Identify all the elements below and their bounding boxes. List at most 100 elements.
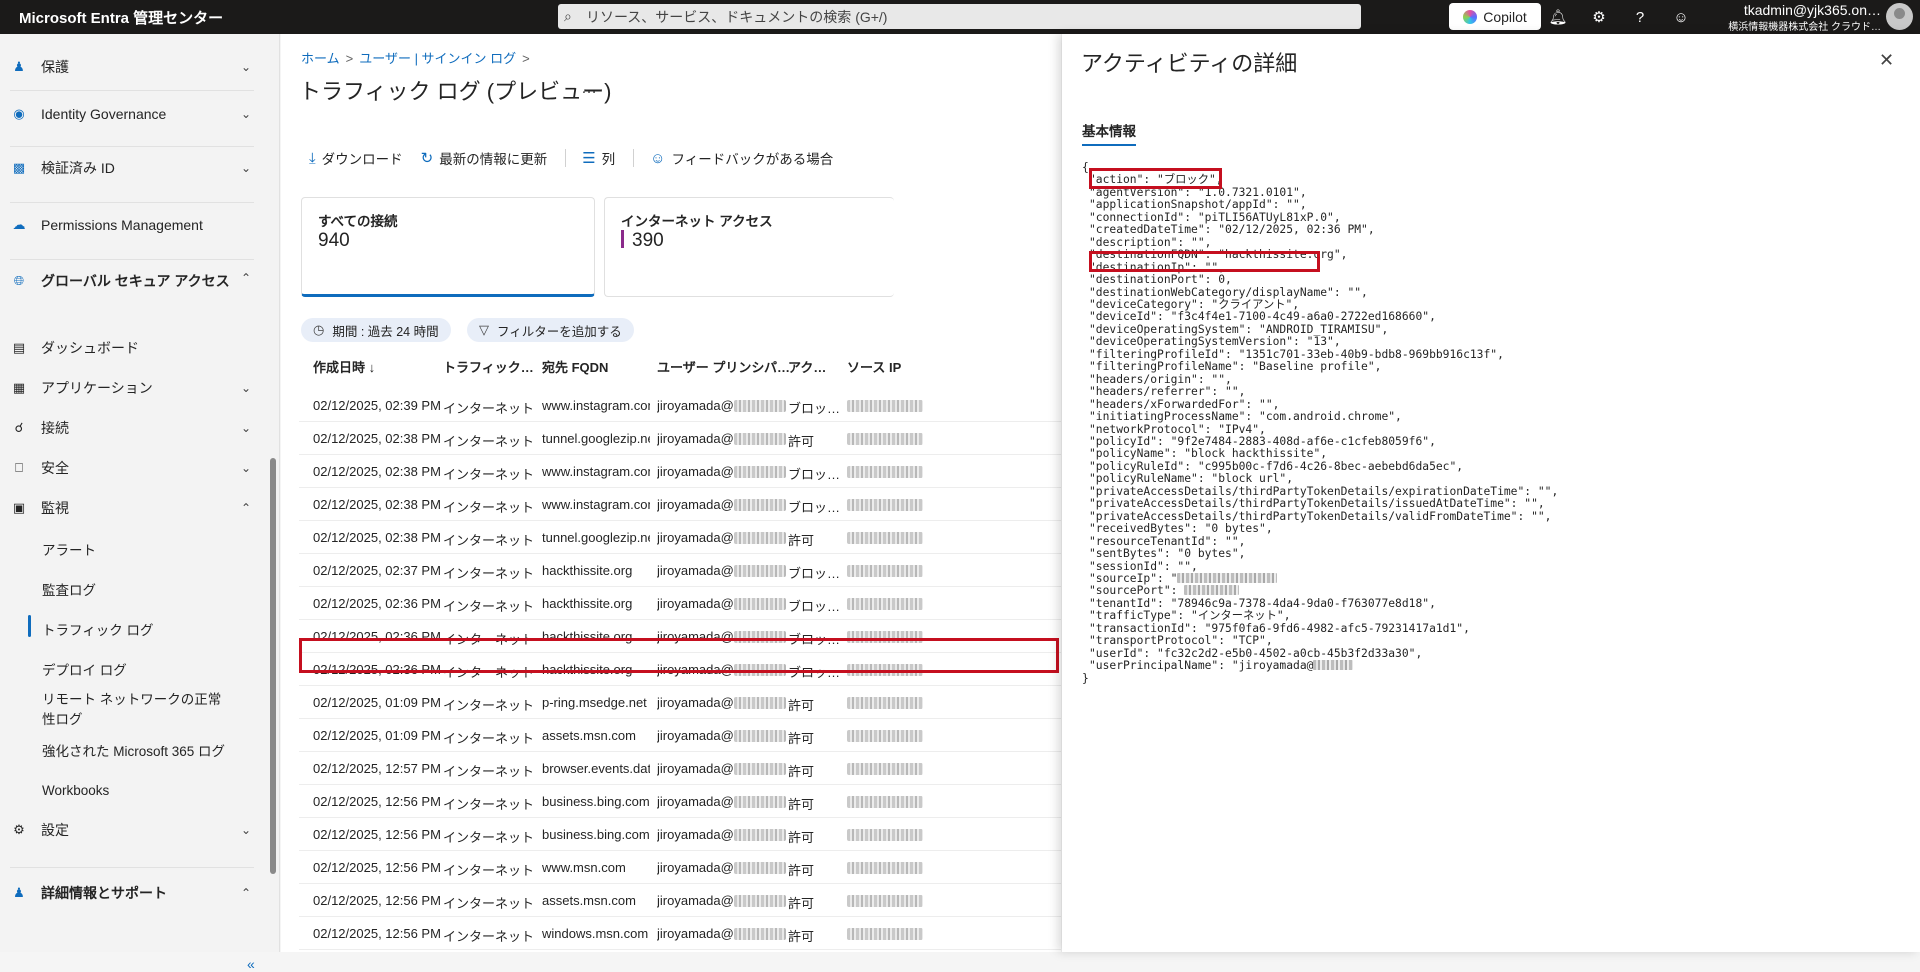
column-header-traffic[interactable]: トラフィック… [443,357,534,376]
sidebar-item-deploy-logs[interactable]: デプロイ ログ [42,659,127,679]
download-button[interactable]: ⤓ ダウンロード [309,148,403,168]
tab-basic-info[interactable]: 基本情報 [1082,120,1136,140]
redacted-text [847,433,923,445]
cell-action: ブロッ… [788,599,841,614]
table-row[interactable]: 02/12/2025, 12:56 PM インターネット business.bing… [299,818,1061,851]
refresh-button[interactable]: ↻ 最新の情報に更新 [421,148,548,168]
cell-created: 02/12/2025, 12:56 PM [313,926,441,941]
column-header-created[interactable]: 作成日時 ↓ [313,357,375,376]
breadcrumb-home[interactable]: ホーム [301,51,340,66]
close-icon[interactable]: ✕ [1879,50,1894,71]
sidebar-item-secure[interactable]: ⎕ 安全 ⌄ [0,457,262,479]
person-shield-icon: ♟ [13,59,25,74]
gear-icon[interactable]: ⚙ [1588,6,1610,28]
table-row[interactable]: 02/12/2025, 02:39 PM インターネット www.instagram… [299,389,1061,422]
json-details: {"action": "ブロック", "agentVersion": "1.0.7… [1082,161,1558,685]
sidebar-item-label: 安全 [41,460,69,476]
sidebar-item-identity-governance[interactable]: ◉ Identity Governance ⌄ [0,102,262,126]
avatar[interactable] [1886,3,1913,30]
table-row[interactable]: 02/12/2025, 01:09 PM インターネット p-ring.msedge… [299,686,1061,719]
sidebar-item-audit-logs[interactable]: 監査ログ [42,579,96,599]
column-header-user[interactable]: ユーザー プリンシパ… [657,357,790,376]
page-title: トラフィック ログ (プレビュー) [299,79,612,104]
json-line: "userPrincipalName": "jiroyamada@ [1082,659,1558,672]
sidebar-item-monitor[interactable]: ▣ 監視 ⌃ [0,497,262,519]
sidebar-item-alerts[interactable]: アラート [42,539,96,559]
sidebar-item-permissions-management[interactable]: ☁ Permissions Management [0,213,262,237]
user-text: jiroyamada@ [657,893,734,908]
table-row[interactable]: 02/12/2025, 12:57 PM インターネット browser.event… [299,752,1061,785]
cell-user: jiroyamada@ [657,464,786,479]
filter-label: フィルターを追加する [497,324,622,339]
sidebar-item-protection[interactable]: ♟ 保護 ⌄ [0,55,262,79]
user-text: jiroyamada@ [657,728,734,743]
sidebar-item-label: 検証済み ID [41,160,115,176]
sidebar-item-enriched-m365-logs[interactable]: 強化された Microsoft 365 ログ [42,740,225,760]
redacted-text [733,532,786,544]
table-row[interactable]: 02/12/2025, 01:09 PM インターネット assets.msn.co… [299,719,1061,752]
table-row[interactable]: 02/12/2025, 02:38 PM インターネット www.instagram… [299,455,1061,488]
json-text: "sessionId": "", [1089,559,1198,573]
search-placeholder: リソース、サービス、ドキュメントの検索 (G+/) [586,8,888,25]
sidebar-item-remote-network-health[interactable]: リモート ネットワークの正常性ログ [42,690,227,730]
collapse-sidebar-button[interactable]: « [247,956,255,972]
sidebar-item-verified-id[interactable]: ▩ 検証済み ID ⌄ [0,156,262,180]
table-row[interactable]: 02/12/2025, 02:36 PM インターネット hackthissite.… [299,587,1061,620]
sidebar-item-label: 保護 [41,59,69,75]
table-row[interactable]: 02/12/2025, 12:56 PM インターネット windows.msn.c… [299,917,1061,950]
table-row[interactable]: 02/12/2025, 02:38 PM インターネット www.instagram… [299,488,1061,521]
help-icon[interactable]: ? [1629,6,1651,28]
brand-title[interactable]: Microsoft Entra 管理センター [19,7,439,28]
internet-access-card[interactable]: インターネット アクセス 390 [604,197,894,297]
chevron-up-icon: ⌃ [240,886,252,900]
table-row[interactable]: 02/12/2025, 12:56 PM インターネット business.bing… [299,785,1061,818]
cell-created: 02/12/2025, 02:38 PM [313,497,441,512]
breadcrumb-users-signin[interactable]: ユーザー | サインイン ログ [359,51,516,66]
all-connections-card[interactable]: すべての接続 940 [301,197,595,297]
sidebar-item-dashboard[interactable]: ▤ ダッシュボード [0,337,262,359]
columns-label: 列 [601,152,616,167]
account-info[interactable]: tkadmin@yjk365.on… 横浜情報機器株式会社 クラウド… [1716,2,1881,33]
cell-action: 許可 [788,896,815,911]
time-range-filter[interactable]: ◷ 期間 : 過去 24 時間 [301,318,451,342]
filter-icon: ▽ [479,322,489,337]
cell-user: jiroyamada@ [657,530,786,545]
add-filter-button[interactable]: ▽ フィルターを追加する [467,318,634,342]
user-text: jiroyamada@ [657,398,734,413]
copilot-button[interactable]: Copilot [1449,3,1541,30]
sidebar-item-connect[interactable]: ☌ 接続 ⌄ [0,417,262,439]
cell-user: jiroyamada@ [657,761,786,776]
columns-button[interactable]: ☰ 列 [582,148,615,168]
sidebar-item-help-support[interactable]: ♟ 詳細情報とサポート ⌃ [0,882,262,904]
cell-source-ip [847,464,923,479]
sidebar-item-applications[interactable]: ▦ アプリケーション ⌄ [0,377,262,399]
cell-source-ip [847,497,923,512]
fqdn-highlight-box [1089,251,1320,272]
cell-traffic: インターネット [443,698,535,713]
table-row[interactable]: 02/12/2025, 02:38 PM インターネット tunnel.google… [299,521,1061,554]
sidebar-item-global-secure-access[interactable]: 🌐︎ グローバル セキュア アクセス ⌃ [0,271,262,315]
sidebar-item-settings[interactable]: ⚙ 設定 ⌄ [0,819,262,841]
sidebar-item-workbooks[interactable]: Workbooks [42,783,109,798]
bell-icon[interactable]: 🔔︎ [1547,6,1569,28]
table-row[interactable]: 02/12/2025, 12:56 PM インターネット assets.msn.co… [299,884,1061,917]
tab-underline [1082,144,1136,146]
table-row[interactable]: 02/12/2025, 02:37 PM インターネット hackthissite.… [299,554,1061,587]
redacted-text [733,565,786,577]
feedback-icon[interactable]: ☺ [1670,6,1692,28]
user-text: jiroyamada@ [657,860,734,875]
more-options-button[interactable]: … [581,80,597,98]
json-text: "headers/referrer": "", [1089,385,1246,399]
sidebar-item-traffic-logs[interactable]: トラフィック ログ [42,619,153,639]
table-row[interactable]: 02/12/2025, 12:56 PM インターネット www.msn.com ji… [299,851,1061,884]
lock-icon: ⎕ [15,460,23,475]
sidebar-scrollbar[interactable] [270,458,276,874]
column-header-action[interactable]: アク… [788,357,826,376]
global-search-input[interactable]: ⌕ リソース、サービス、ドキュメントの検索 (G+/) [558,4,1361,29]
column-header-fqdn[interactable]: 宛先 FQDN [542,357,608,376]
cell-traffic: インターネット [443,500,535,515]
table-row[interactable]: 02/12/2025, 02:38 PM インターネット tunnel.google… [299,422,1061,455]
column-header-source-ip[interactable]: ソース IP [847,357,901,376]
cell-fqdn: assets.msn.com [542,728,636,743]
feedback-button[interactable]: ☺ フィードバックがある場合 [650,148,833,168]
